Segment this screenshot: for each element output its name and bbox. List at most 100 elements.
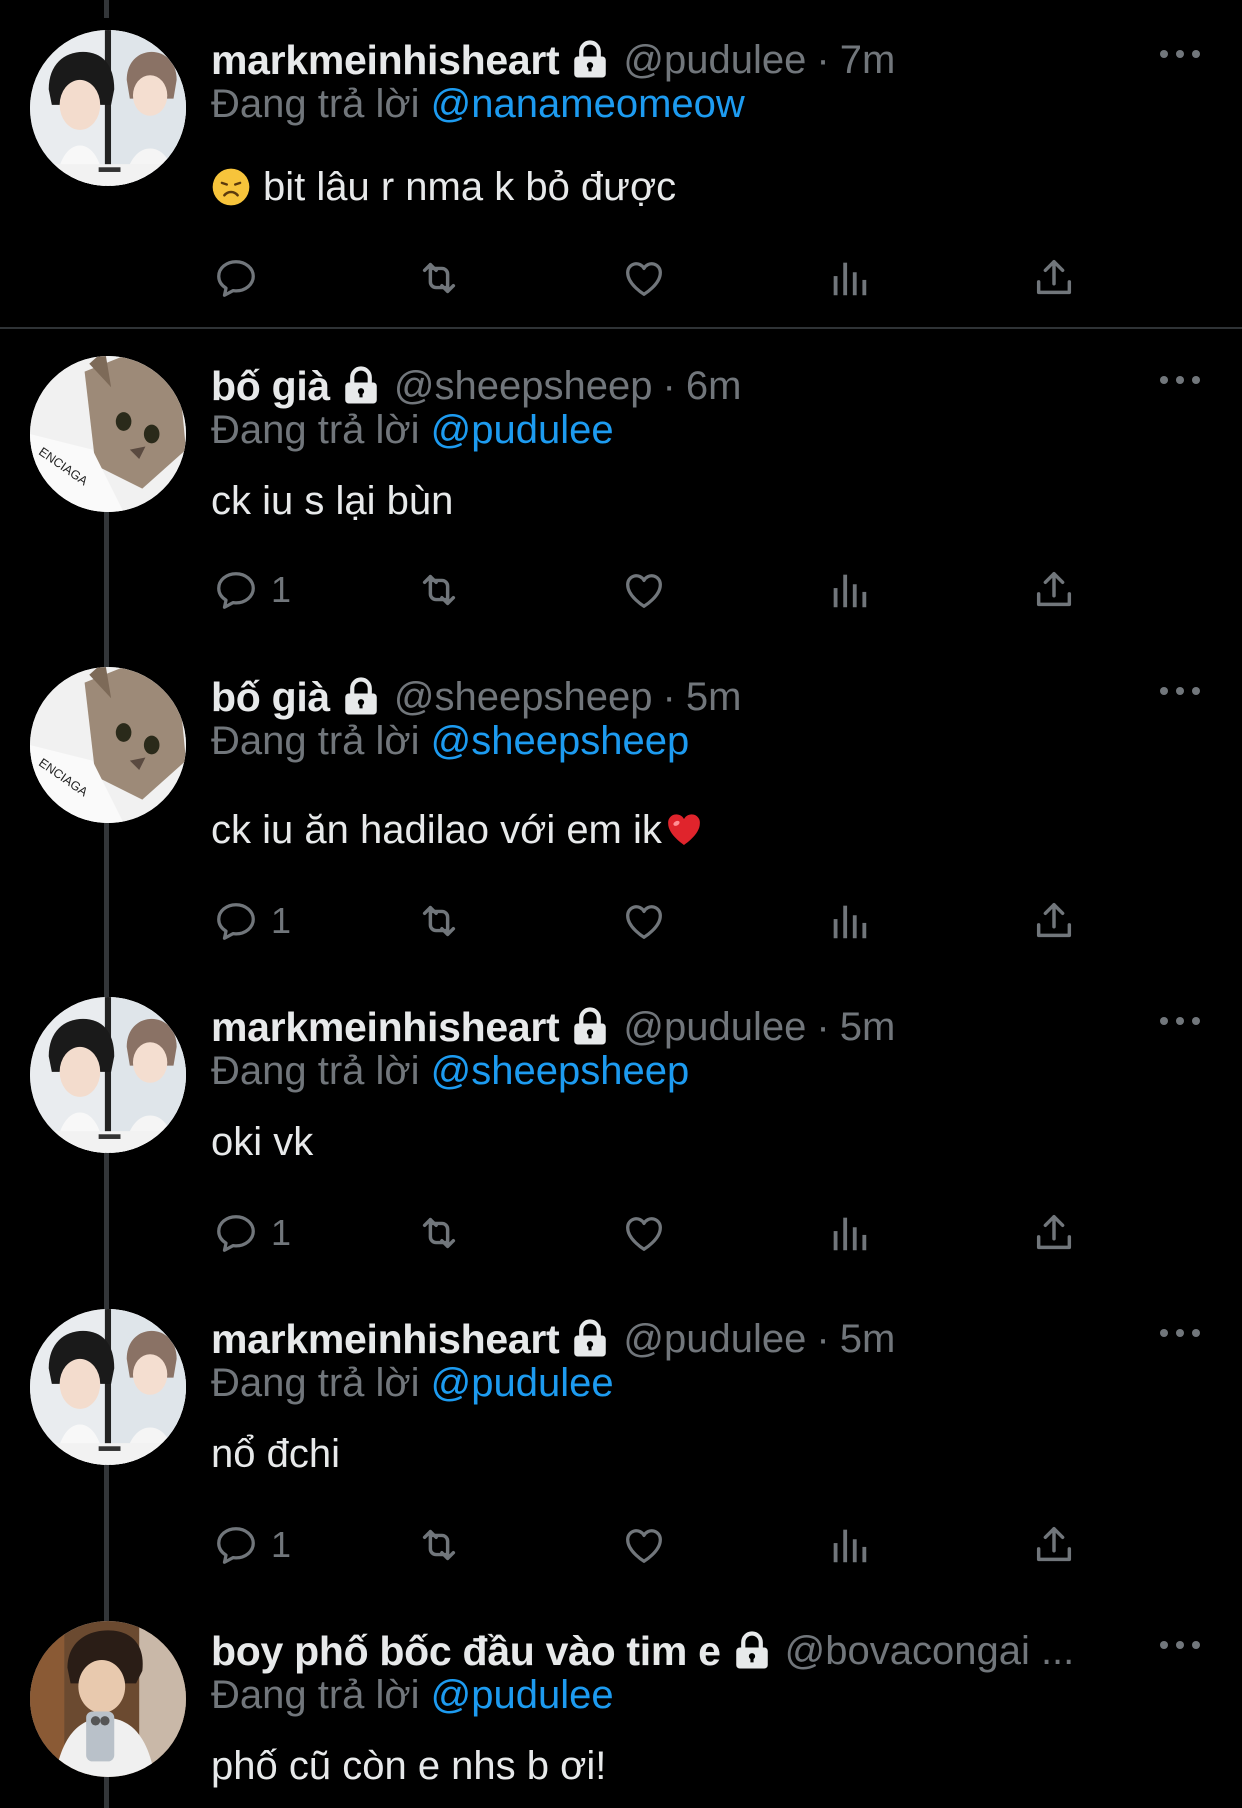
user-handle[interactable]: @pudulee: [623, 1005, 806, 1050]
replying-to: Đang trả lời @pudulee: [211, 1673, 614, 1723]
avatar[interactable]: [30, 356, 186, 512]
replying-label: Đang trả lời: [211, 719, 420, 763]
reply-button[interactable]: 1: [213, 1515, 291, 1575]
action-bar: [211, 248, 1111, 308]
disappointed-emoji: [211, 167, 251, 207]
tweet-header: bố già @sheepsheep · 5m: [211, 667, 1151, 727]
timestamp[interactable]: 7m: [840, 38, 896, 83]
display-name[interactable]: markmeinhisheart: [211, 37, 560, 84]
like-button[interactable]: [621, 1203, 667, 1263]
more-options-button[interactable]: [1160, 44, 1200, 64]
share-button[interactable]: [1031, 1515, 1077, 1575]
like-button[interactable]: [621, 891, 667, 951]
tweet-header: markmeinhisheart @pudulee · 5m: [211, 1309, 1151, 1369]
action-bar: 1: [211, 1203, 1111, 1263]
reply-button[interactable]: 1: [213, 891, 291, 951]
tweet-header: bố già @sheepsheep · 6m: [211, 356, 1151, 416]
avatar[interactable]: [30, 997, 186, 1153]
user-handle[interactable]: @pudulee: [623, 1317, 806, 1362]
red-heart-emoji: [664, 810, 704, 850]
mention-link[interactable]: @sheepsheep: [431, 1049, 690, 1093]
display-name[interactable]: bố già: [211, 363, 330, 410]
reply-button[interactable]: 1: [213, 1203, 291, 1263]
user-handle[interactable]: @bovacongai ...: [785, 1629, 1075, 1674]
more-options-button[interactable]: [1160, 1011, 1200, 1031]
tweet[interactable]: boy phố bốc đầu vào tim e @bovacongai ..…: [0, 1621, 1242, 1808]
more-options-button[interactable]: [1160, 1323, 1200, 1343]
mention-link[interactable]: @pudulee: [431, 408, 614, 452]
lock-icon: [569, 39, 611, 81]
share-button[interactable]: [1031, 891, 1077, 951]
divider: [0, 327, 1242, 329]
reply-icon: [213, 1210, 259, 1256]
timestamp[interactable]: 5m: [686, 675, 742, 720]
display-name[interactable]: markmeinhisheart: [211, 1316, 560, 1363]
views-icon: [826, 567, 872, 613]
views-button[interactable]: [826, 1515, 872, 1575]
replying-label: Đang trả lời: [211, 1049, 420, 1093]
mention-link[interactable]: @pudulee: [431, 1361, 614, 1405]
views-button[interactable]: [826, 248, 872, 308]
reply-button[interactable]: 1: [213, 560, 291, 620]
replying-to: Đang trả lời @sheepsheep: [211, 719, 689, 769]
action-bar: 1: [211, 1515, 1111, 1575]
user-handle[interactable]: @sheepsheep: [394, 364, 653, 409]
share-button[interactable]: [1031, 248, 1077, 308]
tweet[interactable]: markmeinhisheart @pudulee · 5m Đang trả …: [0, 997, 1242, 1287]
more-options-button[interactable]: [1160, 1635, 1200, 1655]
like-button[interactable]: [621, 1515, 667, 1575]
tweet-header: markmeinhisheart @pudulee · 5m: [211, 997, 1151, 1057]
tweet[interactable]: markmeinhisheart @pudulee · 5m Đang trả …: [0, 1309, 1242, 1599]
reply-button[interactable]: [213, 248, 271, 308]
like-button[interactable]: [621, 560, 667, 620]
avatar[interactable]: [30, 667, 186, 823]
timestamp[interactable]: 6m: [686, 364, 742, 409]
reply-count: 1: [271, 1524, 292, 1565]
retweet-button[interactable]: [416, 560, 462, 620]
tweet[interactable]: bố già @sheepsheep · 5m Đang trả lời @sh…: [0, 667, 1242, 957]
display-name[interactable]: boy phố bốc đầu vào tim e: [211, 1628, 721, 1675]
display-name[interactable]: markmeinhisheart: [211, 1004, 560, 1051]
retweet-button[interactable]: [416, 1203, 462, 1263]
replying-label: Đang trả lời: [211, 408, 420, 452]
separator-dot: ·: [662, 363, 676, 408]
avatar[interactable]: [30, 1621, 186, 1777]
views-button[interactable]: [826, 891, 872, 951]
mention-link[interactable]: @pudulee: [431, 1673, 614, 1717]
replying-label: Đang trả lời: [211, 82, 420, 126]
user-handle[interactable]: @sheepsheep: [394, 675, 653, 720]
timestamp[interactable]: 5m: [840, 1317, 896, 1362]
like-icon: [621, 1522, 667, 1568]
retweet-button[interactable]: [416, 248, 462, 308]
tweet[interactable]: bố già @sheepsheep · 6m Đang trả lời @pu…: [0, 356, 1242, 646]
lock-icon: [340, 365, 382, 407]
tweet-text-content: nổ đchi: [211, 1431, 340, 1476]
mention-link[interactable]: @sheepsheep: [431, 719, 690, 763]
like-button[interactable]: [621, 248, 667, 308]
more-options-button[interactable]: [1160, 370, 1200, 390]
retweet-icon: [416, 1522, 462, 1568]
timestamp[interactable]: 5m: [840, 1005, 896, 1050]
tweet[interactable]: markmeinhisheart @pudulee · 7m Đang trả …: [0, 30, 1242, 330]
more-options-button[interactable]: [1160, 681, 1200, 701]
share-icon: [1031, 898, 1077, 944]
views-button[interactable]: [826, 560, 872, 620]
share-button[interactable]: [1031, 560, 1077, 620]
avatar[interactable]: [30, 30, 186, 186]
retweet-button[interactable]: [416, 891, 462, 951]
mention-link[interactable]: @nanameomeow: [431, 82, 745, 126]
share-icon: [1031, 1522, 1077, 1568]
views-button[interactable]: [826, 1203, 872, 1263]
separator-dot: ·: [662, 674, 676, 719]
user-handle[interactable]: @pudulee: [623, 38, 806, 83]
share-icon: [1031, 567, 1077, 613]
reply-icon: [213, 898, 259, 944]
retweet-button[interactable]: [416, 1515, 462, 1575]
retweet-icon: [416, 567, 462, 613]
avatar[interactable]: [30, 1309, 186, 1465]
like-icon: [621, 1210, 667, 1256]
tweet-text-content: oki vk: [211, 1119, 314, 1164]
share-button[interactable]: [1031, 1203, 1077, 1263]
display-name[interactable]: bố già: [211, 674, 330, 721]
share-icon: [1031, 1210, 1077, 1256]
